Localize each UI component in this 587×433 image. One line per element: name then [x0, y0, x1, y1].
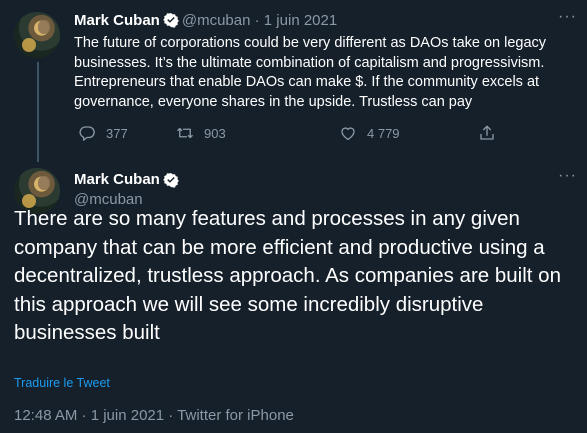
translate-tweet-link[interactable]: Traduire le Tweet	[14, 376, 110, 390]
tweet-header: Mark Cuban @mcuban · 1 juin 2021	[74, 11, 337, 30]
retweet-icon	[177, 127, 193, 139]
verified-badge-icon	[162, 13, 179, 28]
meta-separator: ·	[254, 12, 260, 29]
share-icon	[480, 125, 494, 140]
more-icon[interactable]: ···	[558, 9, 577, 25]
tweet-date[interactable]: 1 juin 2021	[264, 12, 337, 29]
retweet-button[interactable]: 903	[176, 124, 226, 142]
verified-badge-icon	[162, 172, 179, 188]
author-name[interactable]: Mark Cuban	[74, 12, 160, 29]
more-icon[interactable]: ···	[558, 168, 577, 184]
like-count: 4 779	[367, 125, 400, 141]
share-button[interactable]	[478, 124, 496, 142]
tweet-actions: 377 903 4 779	[72, 124, 502, 146]
author-handle[interactable]: @mcuban	[182, 12, 251, 29]
tweet-text: The future of corporations could be very…	[74, 35, 547, 110]
tweet-text: There are so many features and processes…	[14, 207, 561, 344]
tweet-timestamp[interactable]: 12:48 AM · 1 juin 2021 · Twitter for iPh…	[14, 407, 294, 424]
reply-icon	[79, 126, 95, 141]
tweet-header: Mark Cuban @mcuban	[74, 170, 182, 209]
reply-count: 377	[106, 125, 128, 141]
retweet-count: 903	[204, 125, 226, 141]
like-icon	[341, 127, 355, 141]
like-button[interactable]: 4 779	[339, 124, 400, 142]
avatar[interactable]	[14, 12, 60, 58]
thread-connector-line	[37, 62, 39, 162]
author-name[interactable]: Mark Cuban	[74, 170, 160, 189]
reply-button[interactable]: 377	[78, 124, 128, 142]
author-name-row: Mark Cuban	[74, 170, 182, 189]
